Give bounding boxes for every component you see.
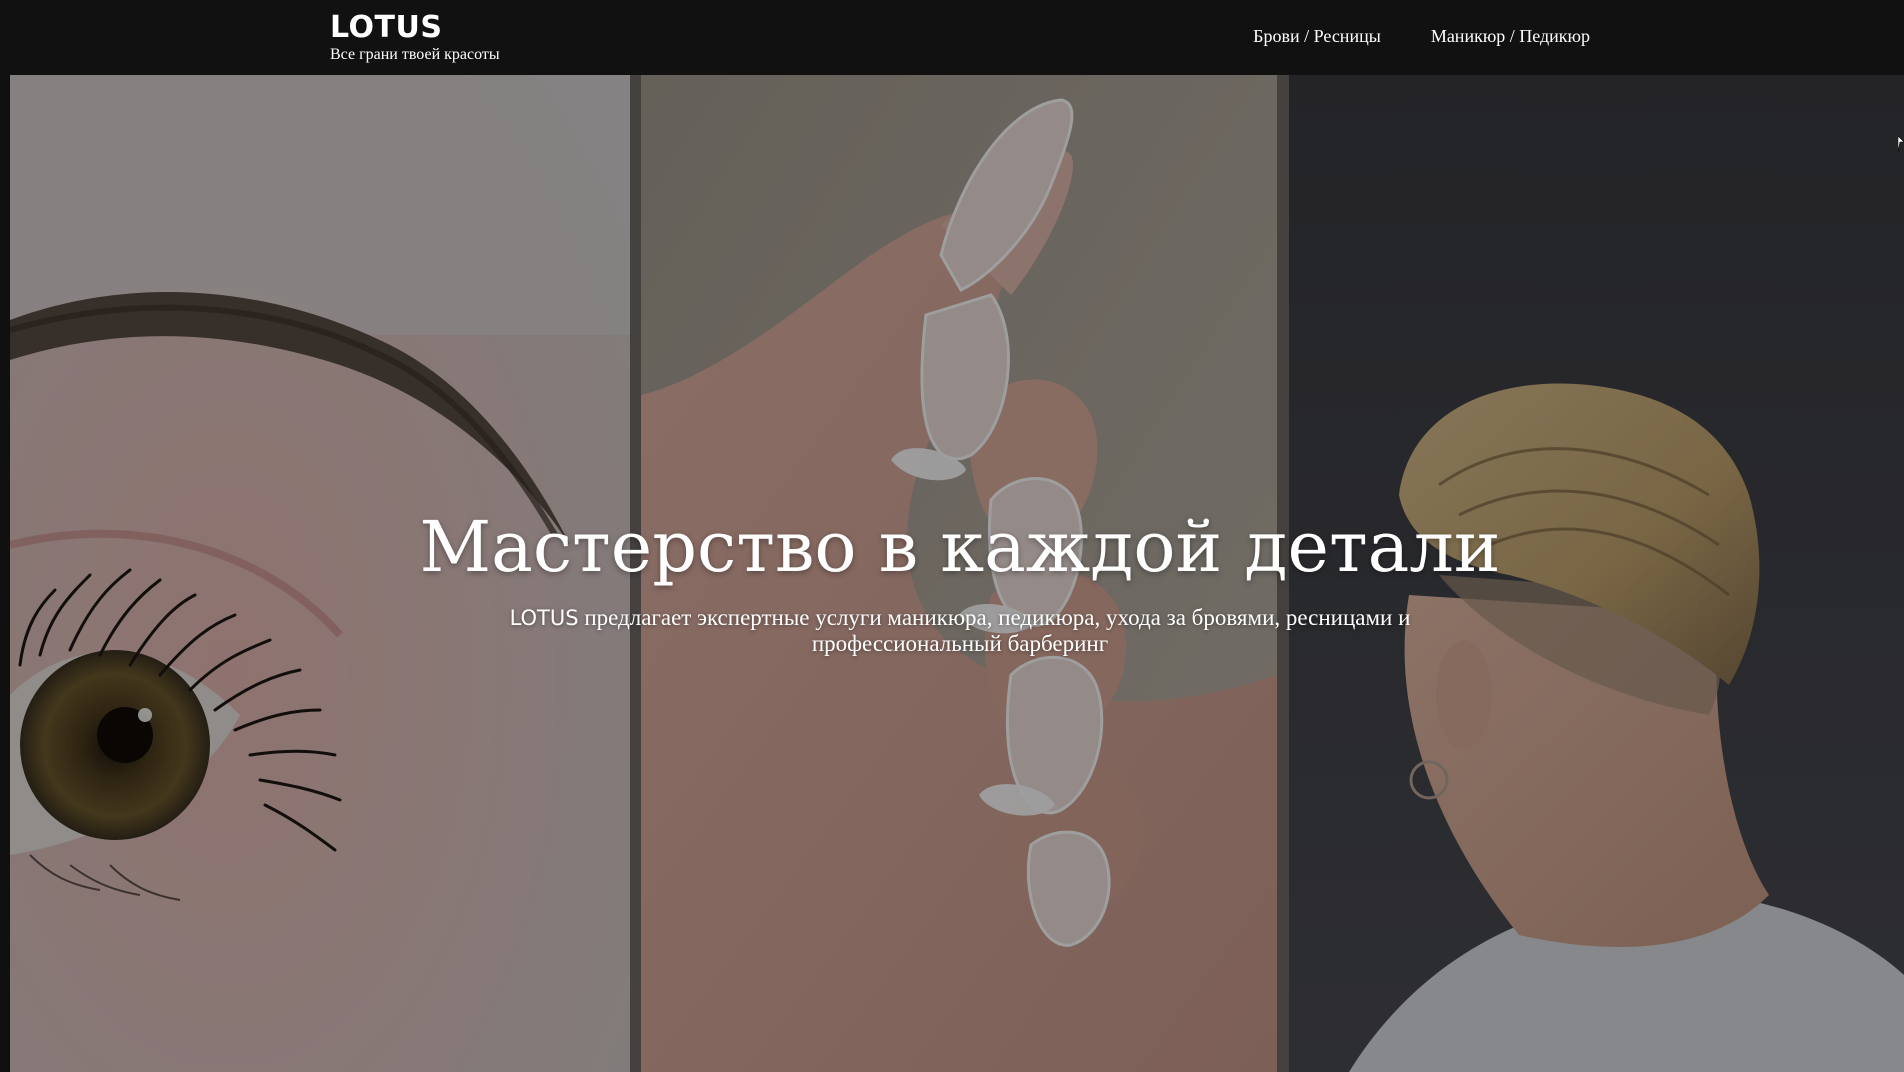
nav-link-manicure-pedicure[interactable]: Маникюр / Педикюр bbox=[1431, 26, 1590, 47]
brand-tagline: Все грани твоей красоты bbox=[330, 46, 500, 63]
brand[interactable]: LOTUS Все грани твоей красоты bbox=[330, 10, 500, 64]
nav-link-brows-lashes[interactable]: Брови / Ресницы bbox=[1253, 26, 1381, 47]
site-header: LOTUS Все грани твоей красоты Брови / Ре… bbox=[0, 0, 1904, 75]
hero-section: Мастерство в каждой детали LOTUS предлаг… bbox=[0, 75, 1904, 1072]
mouse-cursor-icon bbox=[1898, 136, 1904, 152]
hero-title: Мастерство в каждой детали bbox=[419, 506, 1501, 588]
hero-text-block: Мастерство в каждой детали LOTUS предлаг… bbox=[0, 505, 1904, 657]
hero-subtitle: LOTUS предлагает экспертные услуги маник… bbox=[430, 605, 1490, 657]
brand-logo-text[interactable]: LOTUS bbox=[330, 10, 500, 46]
hero-subtitle-text: предлагает экспертные услуги маникюра, п… bbox=[578, 605, 1411, 656]
hero-subtitle-brand: LOTUS bbox=[509, 606, 579, 630]
main-nav: Брови / Ресницы Маникюр / Педикюр bbox=[1253, 26, 1590, 47]
